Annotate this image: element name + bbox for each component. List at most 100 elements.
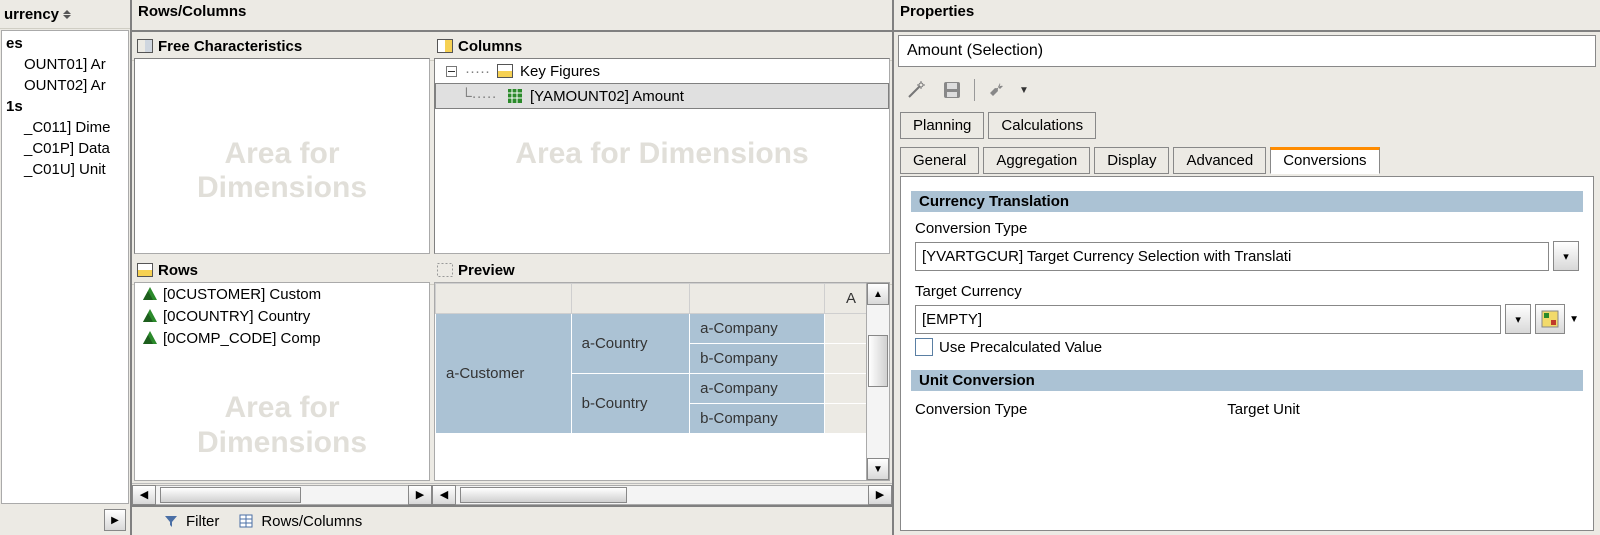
tab-rows-columns-label: Rows/Columns (261, 513, 362, 530)
scroll-thumb[interactable] (460, 487, 627, 503)
scroll-up-button[interactable]: ▲ (867, 283, 889, 305)
free-characteristics-well[interactable]: Area forDimensions (134, 58, 430, 254)
currency-translation-group: Currency Translation (911, 191, 1583, 212)
pv-cell: b-Company (690, 344, 825, 374)
amount-row[interactable]: └····· [YAMOUNT02] Amount (435, 83, 889, 109)
conversion-type-dropdown[interactable]: ▾ (915, 241, 1579, 271)
tab-filter[interactable]: Filter (162, 512, 219, 530)
pv-cell: a-Country (571, 314, 690, 374)
rows-hscroll[interactable]: ◀ ▶ (132, 483, 432, 505)
tree-item[interactable]: _C01U] Unit (6, 159, 124, 180)
tab-planning[interactable]: Planning (900, 112, 984, 139)
table-icon (237, 512, 255, 530)
hierarchy-icon (141, 329, 159, 347)
sort-icon[interactable] (63, 5, 71, 23)
left-header-label: urrency (4, 6, 59, 23)
hierarchy-icon (141, 285, 159, 303)
scroll-track[interactable] (456, 485, 868, 505)
row-item[interactable]: [0CUSTOMER] Custom (135, 283, 429, 305)
checkbox-box[interactable] (915, 338, 933, 356)
wrench-icon[interactable] (983, 76, 1011, 104)
pv-cell: a-Company (690, 314, 825, 344)
unit-labels-row: Conversion Type Target Unit (915, 395, 1579, 418)
tab-conversions[interactable]: Conversions (1270, 147, 1379, 174)
pv-col-last: A (824, 284, 866, 314)
columns-well[interactable]: Area for Dimensions ····· Key Figures └· (434, 58, 890, 254)
pv-cell: b-Company (690, 404, 825, 434)
dropdown-caret-icon[interactable]: ▼ (1569, 314, 1579, 325)
tree-item[interactable]: _C01P] Data (6, 138, 124, 159)
tab-aggregation[interactable]: Aggregation (983, 147, 1090, 174)
pv-cell: b-Country (571, 374, 690, 434)
preview-area: A a-Customer a-Country a-Company b-Compa… (434, 282, 890, 481)
pv-cell: a-Customer (436, 314, 572, 434)
row-item[interactable]: [0COMP_CODE] Comp (135, 327, 429, 349)
target-currency-dropdown[interactable]: ▾ ▼ (915, 304, 1579, 334)
preview-icon (436, 261, 454, 279)
dropdown-button[interactable]: ▾ (1553, 241, 1579, 271)
dropdown-caret-icon[interactable]: ▼ (1019, 85, 1029, 96)
tree-group[interactable]: es (6, 33, 124, 54)
save-icon[interactable] (938, 76, 966, 104)
scroll-thumb[interactable] (868, 335, 888, 387)
bottom-tabs: Filter Rows/Columns (132, 505, 892, 535)
tab-advanced[interactable]: Advanced (1173, 147, 1266, 174)
dropdown-button[interactable]: ▾ (1505, 304, 1531, 334)
tree-item[interactable]: OUNT02] Ar (6, 75, 124, 96)
properties-pane: Properties Amount (Selection) ▼ Planning… (894, 0, 1600, 535)
preview-vscroll[interactable]: ▲ ▼ (866, 283, 889, 480)
expand-right-button[interactable]: ▶ (104, 509, 126, 531)
row-item[interactable]: [0COUNTRY] Country (135, 305, 429, 327)
preview-hscroll[interactable]: ◀ ▶ (432, 483, 892, 505)
pv-cell: a-Company (690, 374, 825, 404)
rows-columns-pane: Rows/Columns Free Characteristics Column… (132, 0, 894, 535)
rows-columns-header: Rows/Columns (132, 0, 892, 32)
target-currency-input[interactable] (915, 305, 1501, 334)
watermark: Area for Dimensions (435, 137, 889, 172)
columns-icon (436, 37, 454, 55)
amount-label: [YAMOUNT02] Amount (530, 88, 684, 105)
rows-header[interactable]: Rows (132, 256, 432, 285)
hierarchy-icon (141, 307, 159, 325)
use-precalculated-checkbox[interactable]: Use Precalculated Value (915, 334, 1579, 360)
scroll-right-button[interactable]: ▶ (408, 485, 432, 505)
scroll-left-button[interactable]: ◀ (132, 485, 156, 505)
tree-item[interactable]: OUNT01] Ar (6, 54, 124, 75)
free-characteristics-header[interactable]: Free Characteristics (132, 32, 432, 61)
panel-icon (136, 37, 154, 55)
funnel-icon (162, 512, 180, 530)
rows-label: Rows (158, 262, 198, 279)
scroll-right-button[interactable]: ▶ (868, 485, 892, 505)
tab-general[interactable]: General (900, 147, 979, 174)
scroll-left-button[interactable]: ◀ (432, 485, 456, 505)
tab-rows-columns[interactable]: Rows/Columns (237, 512, 362, 530)
scroll-track[interactable] (156, 485, 408, 505)
tree-group[interactable]: 1s (6, 96, 124, 117)
left-tree: es OUNT01] Ar OUNT02] Ar 1s _C011] Dime … (1, 30, 129, 504)
tab-display[interactable]: Display (1094, 147, 1169, 174)
wand-icon[interactable] (902, 76, 930, 104)
key-figures-label: Key Figures (520, 63, 600, 80)
conversion-type-label-2: Conversion Type (915, 401, 1027, 418)
rows-list[interactable]: Area forDimensions [0CUSTOMER] Custom [0… (134, 282, 430, 481)
scroll-down-button[interactable]: ▼ (867, 458, 889, 480)
checkbox-label: Use Precalculated Value (939, 339, 1102, 356)
watermark: Area forDimensions (135, 391, 429, 460)
grid-icon (506, 87, 524, 105)
row-item-label: [0COMP_CODE] Comp (163, 330, 321, 347)
columns-header[interactable]: Columns (432, 32, 892, 61)
tree-item[interactable]: _C011] Dime (6, 117, 124, 138)
target-currency-label: Target Currency (915, 279, 1579, 304)
scroll-track[interactable] (867, 305, 889, 458)
left-header[interactable]: urrency (0, 0, 130, 29)
collapse-icon[interactable] (443, 66, 459, 77)
tab-calculations[interactable]: Calculations (988, 112, 1096, 139)
selection-title-field[interactable]: Amount (Selection) (898, 35, 1596, 67)
conversions-tabpage: Currency Translation Conversion Type ▾ T… (900, 176, 1594, 531)
columns-tree: ····· Key Figures └····· [YAMOUNT02] Amo… (435, 59, 889, 109)
scroll-thumb[interactable] (160, 487, 301, 503)
conversion-type-input[interactable] (915, 242, 1549, 271)
tree-expand-row[interactable]: ····· Key Figures (435, 59, 889, 83)
rows-icon (136, 261, 154, 279)
variable-picker-button[interactable] (1535, 304, 1565, 334)
